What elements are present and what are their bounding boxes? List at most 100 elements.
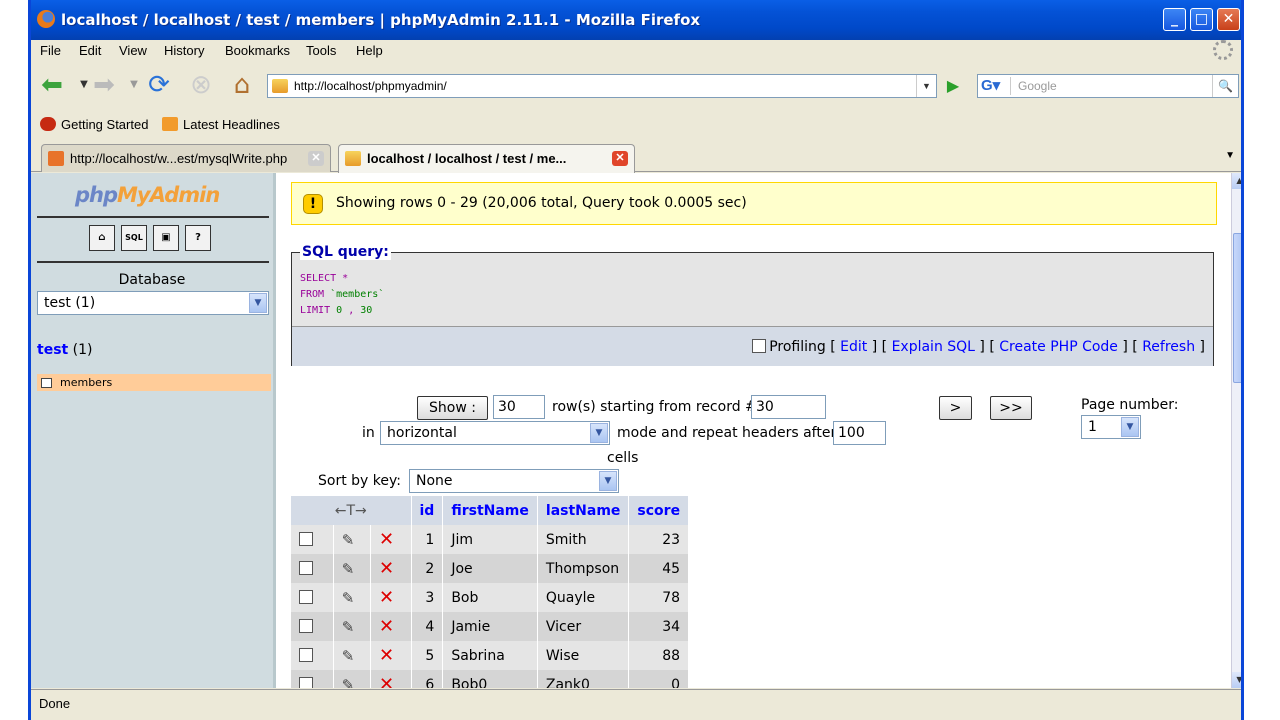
bookmark-getting-started[interactable]: Getting Started xyxy=(40,117,148,132)
search-box[interactable]: G▾ Google 🔍 xyxy=(977,74,1239,98)
cell-id: 4 xyxy=(411,612,444,641)
sidebar-table-members[interactable]: members xyxy=(37,374,271,391)
column-header-firstname[interactable]: firstName xyxy=(442,496,538,525)
address-text: http://localhost/phpmyadmin/ xyxy=(294,79,447,93)
maximize-button[interactable]: □ xyxy=(1190,8,1213,31)
column-header-lastname[interactable]: lastName xyxy=(537,496,630,525)
column-header-id[interactable]: id xyxy=(411,496,444,525)
forward-button[interactable]: ➡ xyxy=(89,70,119,100)
phpmyadmin-logo[interactable]: phpMyAdmin xyxy=(75,183,220,207)
in-label: in xyxy=(362,425,375,441)
menu-tools[interactable]: Tools xyxy=(306,43,336,58)
chevron-down-icon[interactable]: ▼ xyxy=(249,293,267,313)
row-checkbox[interactable] xyxy=(299,676,313,688)
close-tab-icon[interactable]: ✕ xyxy=(612,151,628,166)
column-resize-icon[interactable]: ←T→ xyxy=(291,496,412,525)
cell-score: 88 xyxy=(628,641,690,670)
menu-edit[interactable]: Edit xyxy=(79,43,101,58)
scroll-thumb[interactable] xyxy=(1233,233,1241,383)
row-checkbox[interactable] xyxy=(299,531,313,546)
tab-phpmyadmin[interactable]: localhost / localhost / test / me... ✕ xyxy=(338,144,635,173)
delete-x-icon[interactable]: ✕ xyxy=(379,674,394,688)
left-frame: phpMyAdmin ⌂ SQL ▣ ? Database test (1) ▼… xyxy=(31,173,273,688)
minimize-button[interactable]: _ xyxy=(1163,8,1186,31)
delete-x-icon[interactable]: ✕ xyxy=(379,645,394,666)
results-table: ←T→ id firstName lastName score ✎ ✕ 1 Ji… xyxy=(291,496,690,689)
google-engine-icon[interactable]: G▾ xyxy=(981,77,1011,95)
tab-mysqlwrite[interactable]: http://localhost/w...est/mysqlWrite.php … xyxy=(41,144,331,172)
query-window-icon[interactable]: ▣ xyxy=(153,225,179,251)
scroll-up-icon[interactable]: ▲ xyxy=(1232,173,1241,189)
explain-sql-link[interactable]: Explain SQL xyxy=(892,339,975,355)
edit-pencil-icon[interactable]: ✎ xyxy=(342,676,355,689)
create-php-code-link[interactable]: Create PHP Code xyxy=(999,339,1118,355)
go-button[interactable]: ▶ xyxy=(943,76,963,96)
edit-pencil-icon[interactable]: ✎ xyxy=(342,618,355,636)
db-link-test[interactable]: test xyxy=(37,342,68,358)
menu-bookmarks[interactable]: Bookmarks xyxy=(225,43,290,58)
bookmark-latest-headlines[interactable]: Latest Headlines xyxy=(162,117,280,132)
sql-icon[interactable]: SQL xyxy=(121,225,147,251)
reload-button[interactable]: ⟳ xyxy=(144,70,174,100)
bookmarks-toolbar: Getting Started Latest Headlines xyxy=(31,112,1241,138)
divider xyxy=(37,261,269,263)
delete-x-icon[interactable]: ✕ xyxy=(379,529,394,550)
row-checkbox[interactable] xyxy=(299,589,313,604)
edit-link[interactable]: Edit xyxy=(840,339,867,355)
display-mode-select[interactable]: horizontal ▼ xyxy=(380,421,610,445)
home-button[interactable]: ⌂ xyxy=(227,70,257,100)
cell-firstname: Joe xyxy=(442,554,538,583)
stop-button[interactable]: ⊗ xyxy=(186,70,216,100)
docs-icon[interactable]: ? xyxy=(185,225,211,251)
chevron-down-icon[interactable]: ▼ xyxy=(1121,417,1139,437)
address-dropdown-icon[interactable]: ▼ xyxy=(916,75,936,97)
repeat-headers-input[interactable]: 100 xyxy=(833,421,886,445)
home-icon[interactable]: ⌂ xyxy=(89,225,115,251)
edit-pencil-icon[interactable]: ✎ xyxy=(342,647,355,665)
pma-favicon xyxy=(272,79,288,93)
start-record-input[interactable]: 30 xyxy=(751,395,826,419)
next-page-button[interactable]: > xyxy=(939,396,972,420)
search-icon[interactable]: 🔍 xyxy=(1212,75,1238,97)
menu-file[interactable]: File xyxy=(40,43,61,58)
menu-history[interactable]: History xyxy=(164,43,204,58)
row-checkbox[interactable] xyxy=(299,560,313,575)
pma-favicon xyxy=(345,151,361,166)
menu-view[interactable]: View xyxy=(119,43,147,58)
back-button[interactable]: ⬅ xyxy=(37,70,67,100)
chevron-down-icon[interactable]: ▼ xyxy=(599,471,617,491)
cells-label: cells xyxy=(607,450,639,466)
row-checkbox[interactable] xyxy=(299,647,313,662)
refresh-link[interactable]: Refresh xyxy=(1142,339,1195,355)
page-number-select[interactable]: 1 ▼ xyxy=(1081,415,1141,439)
profiling-checkbox[interactable] xyxy=(752,339,767,353)
cell-score: 78 xyxy=(628,583,690,612)
menu-help[interactable]: Help xyxy=(356,43,383,58)
address-bar[interactable]: http://localhost/phpmyadmin/ ▼ xyxy=(267,74,937,98)
delete-x-icon[interactable]: ✕ xyxy=(379,616,394,637)
title-bar: localhost / localhost / test / members |… xyxy=(31,0,1241,40)
cell-lastname: Wise xyxy=(537,641,630,670)
delete-x-icon[interactable]: ✕ xyxy=(379,558,394,579)
sort-by-select[interactable]: None ▼ xyxy=(409,469,619,493)
row-checkbox[interactable] xyxy=(299,618,313,633)
column-header-score[interactable]: score xyxy=(628,496,690,525)
delete-x-icon[interactable]: ✕ xyxy=(379,587,394,608)
edit-pencil-icon[interactable]: ✎ xyxy=(342,560,355,578)
rows-count-input[interactable]: 30 xyxy=(493,395,545,419)
search-placeholder: Google xyxy=(1018,79,1057,93)
close-tab-icon[interactable]: ✕ xyxy=(308,151,324,166)
chevron-down-icon[interactable]: ▼ xyxy=(590,423,608,443)
last-page-button[interactable]: >> xyxy=(990,396,1032,420)
tab-list-dropdown-icon[interactable]: ▼ xyxy=(1225,150,1235,161)
edit-pencil-icon[interactable]: ✎ xyxy=(342,589,355,607)
firefox-window: localhost / localhost / test / members |… xyxy=(28,0,1244,720)
database-select[interactable]: test (1) ▼ xyxy=(37,291,269,315)
edit-pencil-icon[interactable]: ✎ xyxy=(342,531,355,549)
sql-actions: Profiling [ Edit ] [ Explain SQL ] [ Cre… xyxy=(292,326,1213,366)
page-icon xyxy=(48,151,64,166)
show-button[interactable]: Show : xyxy=(417,396,488,420)
vertical-scrollbar[interactable]: ▲ ▼ xyxy=(1231,173,1241,688)
close-button[interactable]: ✕ xyxy=(1217,8,1240,31)
scroll-down-icon[interactable]: ▼ xyxy=(1232,672,1241,688)
